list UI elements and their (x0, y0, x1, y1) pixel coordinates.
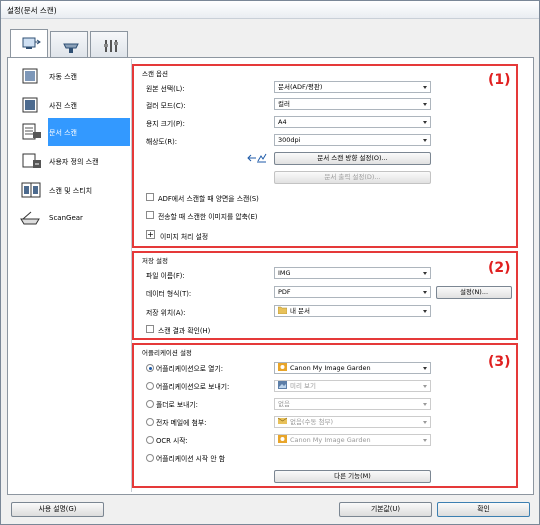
send-to-app-label: 어플리케이션으로 보내기: (156, 383, 230, 391)
send-to-folder-radio[interactable] (146, 400, 154, 408)
sidebar-item-auto-scan[interactable]: 자동 스캔 (9, 62, 132, 91)
format-settings-button[interactable]: 설정(N)... (436, 286, 512, 299)
source-label: 원본 선택(L): (146, 85, 185, 93)
help-button[interactable]: 사용 설명(G) (11, 502, 104, 517)
duplex-checkbox[interactable] (146, 193, 154, 201)
start-ocr-label: OCR 시작: (156, 437, 188, 445)
sidebar-item-label: ScanGear (49, 214, 83, 222)
no-app-radio[interactable] (146, 454, 154, 462)
compress-checkbox[interactable] (146, 211, 154, 219)
scangear-icon (20, 211, 40, 225)
compress-label: 전송할 때 스캔한 이미지를 압축(E) (158, 213, 258, 221)
send-to-folder-label: 폴더로 보내기: (156, 401, 198, 409)
color-mode-label: 컬러 모드(C): (146, 102, 186, 110)
send-to-app-radio[interactable] (146, 382, 154, 390)
preview-icon (278, 381, 287, 389)
attach-email-label: 전자 메일에 첨부: (156, 419, 207, 427)
expand-image-processing-button[interactable]: + (146, 230, 155, 239)
sidebar-item-document-scan[interactable]: 문서 스캔 (9, 118, 132, 147)
section-number: (1) (488, 72, 511, 88)
scan-options-section: 스캔 옵션 (1) 원본 선택(L): 문서(ADF/평판) 컬러 모드(C):… (132, 64, 518, 248)
orientation-arrow-icon (247, 153, 267, 163)
sidebar-item-scangear[interactable]: ScanGear (9, 204, 132, 233)
resolution-label: 해상도(R): (146, 138, 178, 146)
save-settings-section: 저장 설정 (2) 파일 이름(F): IMG 데이터 형식(T): PDF 설… (132, 251, 518, 340)
open-with-app-value: Canon My Image Garden (290, 364, 371, 372)
section-number: (2) (488, 260, 511, 276)
data-format-select[interactable]: PDF (274, 286, 431, 298)
open-with-app-label: 어플리케이션으로 열기: (156, 365, 223, 373)
data-format-label: 데이터 형식(T): (146, 290, 192, 298)
source-select[interactable]: 문서(ADF/평판) (274, 81, 431, 93)
paper-size-label: 용지 크기(P): (146, 120, 185, 128)
scan-from-computer-icon (22, 37, 41, 49)
sidebar-item-custom-scan[interactable]: 사용자 정의 스캔 (9, 147, 132, 176)
document-scan-icon (22, 123, 41, 140)
start-ocr-value: Canon My Image Garden (290, 436, 371, 444)
tab-general-settings[interactable] (90, 31, 128, 57)
filename-label: 파일 이름(F): (146, 272, 185, 280)
section-title: 저장 설정 (142, 257, 168, 265)
section-title: 스캔 옵션 (142, 70, 168, 78)
section-number: (3) (488, 354, 511, 370)
save-location-label: 저장 위치(A): (146, 309, 186, 317)
send-to-app-select[interactable]: 미리 보기 (274, 380, 431, 392)
photo-scan-icon (22, 97, 38, 113)
attach-email-value: 없음(수동 첨부) (290, 418, 334, 426)
document-orientation-button[interactable]: 문서 스캔 방향 설정(O)... (274, 152, 431, 165)
paper-size-select[interactable]: A4 (274, 116, 431, 128)
ok-button[interactable]: 확인 (437, 502, 530, 517)
defaults-button[interactable]: 기본값(U) (339, 502, 432, 517)
more-functions-button[interactable]: 다른 기능(M) (274, 470, 431, 483)
image-processing-label: 이미지 처리 설정 (160, 233, 209, 241)
scan-stitch-icon (21, 182, 41, 198)
filename-combobox[interactable]: IMG (274, 267, 431, 279)
tab-scanner-settings[interactable] (50, 31, 88, 57)
attach-email-select[interactable]: 없음(수동 첨부) (274, 416, 431, 428)
section-title: 어플리케이션 설정 (142, 349, 192, 357)
start-ocr-radio[interactable] (146, 436, 154, 444)
resolution-select[interactable]: 300dpi (274, 134, 431, 146)
sidebar-item-scan-stitch[interactable]: 스캔 및 스티치 (9, 176, 132, 205)
check-results-checkbox[interactable] (146, 325, 154, 333)
image-garden-icon (278, 435, 287, 443)
send-to-app-value: 미리 보기 (290, 382, 316, 390)
check-results-label: 스캔 결과 확인(H) (158, 327, 211, 335)
sidebar-item-label: 스캔 및 스티치 (49, 187, 93, 195)
title-bar: 설정(문서 스캔) (1, 1, 539, 19)
duplex-label: ADF에서 스캔할 때 양면을 스캔(S) (158, 195, 259, 203)
color-mode-select[interactable]: 컬러 (274, 98, 431, 110)
sidebar-item-label: 사용자 정의 스캔 (49, 158, 99, 166)
application-settings-section: 어플리케이션 설정 (3) 어플리케이션으로 열기: Canon My Imag… (132, 343, 518, 488)
mail-icon (278, 417, 287, 424)
save-location-value: 내 문서 (290, 307, 311, 315)
open-with-app-radio[interactable] (146, 364, 154, 372)
start-ocr-select[interactable]: Canon My Image Garden (274, 434, 431, 446)
sidebar-item-label: 사진 스캔 (49, 102, 77, 110)
save-location-select[interactable]: 내 문서 (274, 305, 431, 317)
scanner-icon (63, 43, 79, 53)
image-garden-icon (278, 363, 287, 371)
attach-email-radio[interactable] (146, 418, 154, 426)
tools-icon (104, 40, 118, 52)
no-app-label: 어플리케이션 시작 안 함 (156, 455, 226, 463)
sidebar-item-photo-scan[interactable]: 사진 스캔 (9, 91, 132, 120)
custom-scan-icon (22, 153, 41, 168)
auto-scan-icon (22, 68, 38, 84)
send-to-folder-select[interactable]: 없음 (274, 398, 431, 410)
settings-window: 설정(문서 스캔) 자동 스캔 사진 스캔 문서 스캔 사용자 정의 스캔 스캔… (0, 0, 540, 525)
sidebar-item-label: 자동 스캔 (49, 73, 77, 81)
window-title: 설정(문서 스캔) (7, 6, 57, 15)
tab-scan-settings[interactable] (10, 29, 48, 58)
open-with-app-select[interactable]: Canon My Image Garden (274, 362, 431, 374)
folder-icon (278, 306, 287, 314)
document-output-button[interactable]: 문서 출력 설정(D)... (274, 171, 431, 184)
sidebar-item-label: 문서 스캔 (49, 129, 77, 137)
